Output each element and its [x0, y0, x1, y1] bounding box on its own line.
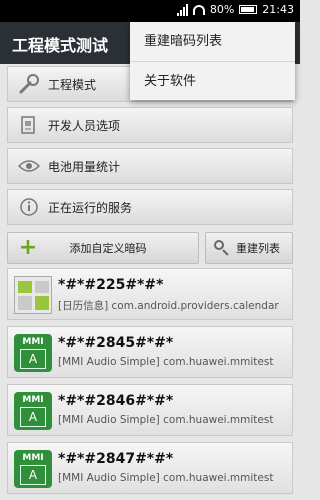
eye-icon	[16, 153, 42, 179]
code-description: [MMI Audio Simple] com.huawei.mmitest	[58, 414, 274, 426]
menu-item-about[interactable]: 关于软件	[130, 61, 295, 101]
list-item-label: 正在运行的服务	[48, 200, 133, 215]
search-icon	[214, 240, 230, 256]
calendar-icon	[14, 276, 52, 314]
info-icon	[16, 194, 42, 220]
list-item[interactable]: *#*#225#*#* [日历信息] com.android.providers…	[7, 268, 293, 320]
list-item[interactable]: MMI A *#*#2845#*#* [MMI Audio Simple] co…	[7, 326, 293, 378]
battery-icon	[239, 5, 258, 14]
code-description: [日历信息] com.android.providers.calendar	[58, 300, 279, 312]
list-item-label: 工程模式	[48, 77, 97, 92]
add-custom-code-label: 添加自定义暗码	[69, 242, 147, 255]
list-item-label: 电池用量统计	[48, 159, 121, 174]
rebuild-list-label: 重建列表	[236, 242, 280, 255]
battery-percent: 80%	[209, 3, 235, 16]
list-item-label: 开发人员选项	[48, 118, 121, 133]
status-icons: 80% 21:43	[176, 3, 294, 16]
page-title: 工程模式测试	[12, 36, 109, 55]
plus-icon: +	[18, 235, 38, 260]
mmi-icon: MMI A	[14, 334, 52, 372]
mmi-icon: MMI A	[14, 392, 52, 430]
secret-code: *#*#2847#*#*	[58, 451, 174, 467]
code-description: [MMI Audio Simple] com.huawei.mmitest	[58, 472, 274, 484]
signal-icon	[176, 3, 188, 16]
add-custom-code-button[interactable]: + 添加自定义暗码	[7, 232, 199, 264]
status-bar: 80% 21:43	[0, 0, 300, 22]
mmi-icon-bottom: A	[20, 465, 46, 485]
mmi-icon-top: MMI	[22, 395, 44, 405]
menu-item-rebuild-code-list[interactable]: 重建暗码列表	[130, 22, 295, 61]
developer-icon	[16, 112, 42, 138]
mmi-icon-top: MMI	[22, 337, 44, 347]
list-item-developer-options[interactable]: 开发人员选项	[7, 107, 293, 143]
clock: 21:43	[262, 3, 294, 16]
secret-code-list: *#*#225#*#* [日历信息] com.android.providers…	[7, 268, 293, 500]
list-item-battery-stats[interactable]: 电池用量统计	[7, 148, 293, 184]
mmi-icon-bottom: A	[20, 407, 46, 427]
code-description: [MMI Audio Simple] com.huawei.mmitest	[58, 356, 274, 368]
overflow-menu: 重建暗码列表 关于软件	[130, 22, 295, 100]
list-item-running-services[interactable]: 正在运行的服务	[7, 189, 293, 225]
action-buttons: + 添加自定义暗码 重建列表	[7, 232, 293, 264]
list-item[interactable]: MMI A *#*#2846#*#* [MMI Audio Simple] co…	[7, 384, 293, 436]
wifi-icon	[192, 4, 205, 15]
mmi-icon: MMI A	[14, 450, 52, 488]
list-item[interactable]: MMI A *#*#2847#*#* [MMI Audio Simple] co…	[7, 442, 293, 494]
secret-code: *#*#2845#*#*	[58, 335, 174, 351]
wrench-icon	[16, 71, 42, 97]
secret-code: *#*#2846#*#*	[58, 393, 174, 409]
mmi-icon-bottom: A	[20, 349, 46, 369]
mmi-icon-top: MMI	[22, 453, 44, 463]
secret-code: *#*#225#*#*	[58, 277, 164, 293]
rebuild-list-button[interactable]: 重建列表	[205, 232, 293, 264]
